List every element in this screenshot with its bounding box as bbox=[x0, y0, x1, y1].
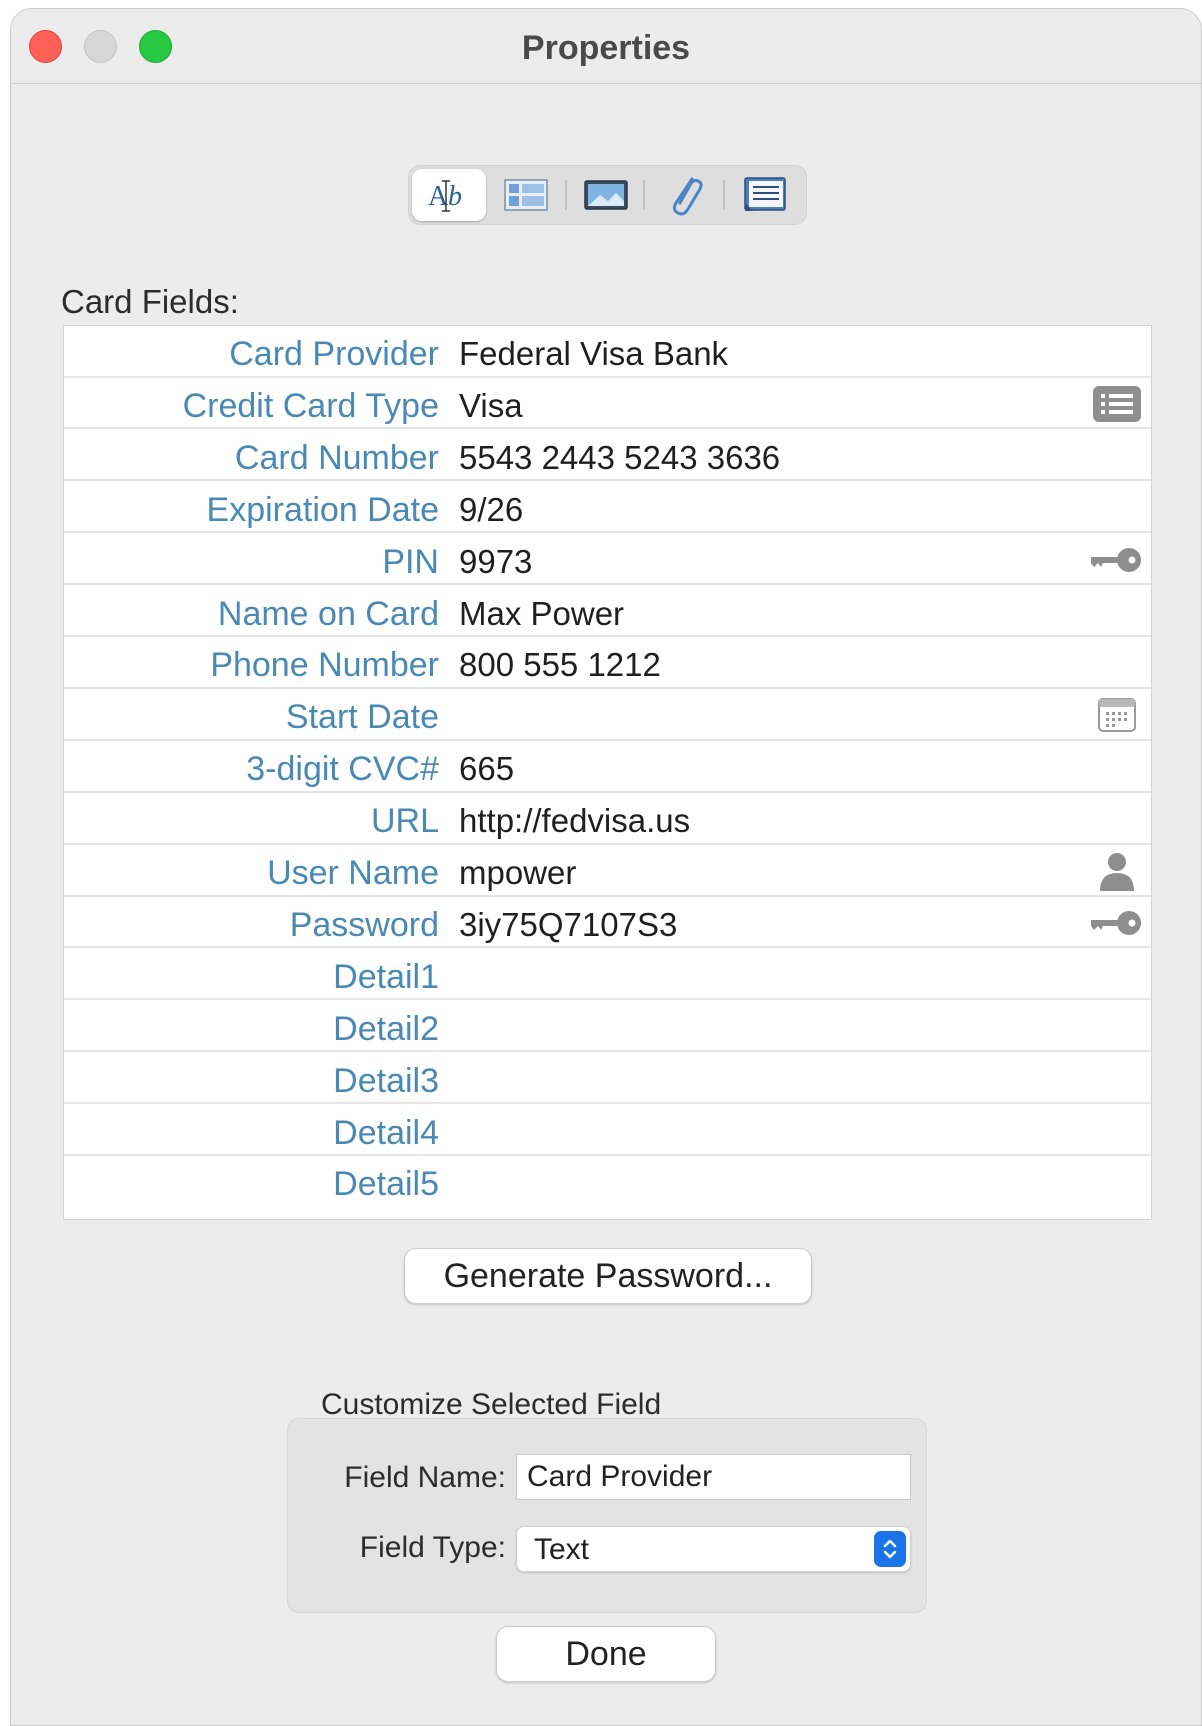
field-name-cell: Detail3 bbox=[333, 1061, 439, 1100]
tab-attachments[interactable] bbox=[649, 169, 723, 221]
field-row[interactable]: Card Provider Federal Visa Bank bbox=[64, 326, 1151, 378]
generate-password-button[interactable]: Generate Password... bbox=[404, 1248, 812, 1304]
key-icon[interactable] bbox=[1091, 542, 1143, 578]
field-name-cell: Card Number bbox=[234, 438, 439, 477]
done-button[interactable]: Done bbox=[496, 1626, 716, 1682]
card-fields-heading: Card Fields: bbox=[61, 283, 239, 320]
field-name-cell: User Name bbox=[267, 854, 439, 892]
person-icon[interactable] bbox=[1091, 853, 1143, 891]
field-row[interactable]: Credit Card Type Visa bbox=[64, 378, 1151, 430]
field-value-cell[interactable]: Visa bbox=[459, 387, 523, 425]
field-name-cell: Start Date bbox=[285, 698, 439, 737]
field-name-cell: URL bbox=[370, 802, 439, 841]
tab-fields[interactable]: A b bbox=[412, 169, 486, 221]
field-value-cell[interactable]: 9/26 bbox=[459, 491, 523, 529]
field-row[interactable]: URL http://fedvisa.us bbox=[64, 793, 1151, 845]
field-name-cell: Detail1 bbox=[333, 957, 439, 996]
field-value-cell[interactable]: 9973 bbox=[459, 543, 532, 581]
field-name-cell: Card Provider bbox=[229, 335, 439, 373]
key-icon[interactable] bbox=[1091, 905, 1143, 941]
field-row[interactable]: Detail1 bbox=[64, 949, 1151, 1001]
field-name-cell: Password bbox=[289, 905, 439, 944]
notes-icon bbox=[744, 177, 786, 211]
field-name-cell: Expiration Date bbox=[206, 490, 439, 529]
field-name-cell: Credit Card Type bbox=[182, 386, 439, 425]
field-row[interactable]: Detail5 bbox=[64, 1156, 1151, 1208]
card-fields-table: Card Provider Federal Visa Bank Credit Car… bbox=[63, 325, 1152, 1220]
field-row[interactable]: Detail2 bbox=[64, 1001, 1151, 1053]
chevron-updown-icon bbox=[874, 1531, 906, 1567]
field-value-cell[interactable]: 665 bbox=[459, 750, 514, 788]
properties-window: Properties A b Card Fields: Card Provide… bbox=[10, 8, 1202, 1726]
field-name-cell: Detail5 bbox=[333, 1165, 439, 1204]
field-name-input[interactable]: Card Provider bbox=[516, 1454, 911, 1500]
tab-divider bbox=[643, 180, 645, 210]
text-fields-icon: A b bbox=[428, 180, 462, 212]
window-title: Properties bbox=[521, 29, 691, 67]
field-row[interactable]: PIN 9973 bbox=[64, 534, 1151, 586]
field-value-cell[interactable]: mpower bbox=[459, 854, 576, 892]
calendar-icon[interactable] bbox=[1091, 697, 1143, 733]
field-name-cell: Phone Number bbox=[210, 646, 439, 685]
field-value-cell[interactable]: Federal Visa Bank bbox=[459, 335, 728, 373]
field-row[interactable]: User Name mpower bbox=[64, 845, 1151, 897]
title-bar[interactable]: Properties bbox=[11, 9, 1201, 84]
field-value-cell[interactable]: 5543 2443 5243 3636 bbox=[459, 439, 780, 477]
field-row[interactable]: Password 3iy75Q7107S3 bbox=[64, 897, 1151, 949]
list-icon[interactable] bbox=[1091, 385, 1143, 422]
properties-tab-bar: A b bbox=[408, 165, 807, 225]
field-name-label: Field Name: bbox=[344, 1461, 506, 1494]
tab-divider bbox=[565, 180, 567, 210]
field-name-cell: PIN bbox=[382, 542, 439, 581]
customize-field-panel: Field Name: Card Provider Field Type: Te… bbox=[287, 1418, 927, 1613]
tab-divider bbox=[723, 180, 725, 210]
field-row[interactable]: 3-digit CVC# 665 bbox=[64, 741, 1151, 793]
tab-notes[interactable] bbox=[728, 169, 802, 221]
field-type-select[interactable]: Text bbox=[516, 1526, 911, 1572]
field-value-cell[interactable]: http://fedvisa.us bbox=[459, 802, 690, 840]
field-type-label: Field Type: bbox=[359, 1531, 506, 1564]
svg-text:b: b bbox=[448, 181, 462, 212]
field-name-cell: Name on Card bbox=[217, 594, 439, 633]
field-row[interactable]: Name on Card Max Power bbox=[64, 586, 1151, 637]
field-type-value: Text bbox=[534, 1533, 590, 1566]
field-name-cell: Detail4 bbox=[333, 1113, 439, 1152]
field-value-cell[interactable]: 3iy75Q7107S3 bbox=[459, 906, 677, 944]
tab-image[interactable] bbox=[569, 169, 643, 221]
field-row[interactable]: Phone Number 800 555 1212 bbox=[64, 637, 1151, 689]
field-value-cell[interactable]: Max Power bbox=[459, 595, 624, 633]
field-row[interactable]: Expiration Date 9/26 bbox=[64, 482, 1151, 534]
field-row[interactable]: Card Number 5543 2443 5243 3636 bbox=[64, 430, 1151, 482]
field-value-cell[interactable]: 800 555 1212 bbox=[459, 646, 661, 684]
tab-layout[interactable] bbox=[489, 169, 563, 221]
field-row[interactable]: Start Date bbox=[64, 689, 1151, 741]
layout-grid-icon bbox=[504, 179, 548, 211]
picture-icon bbox=[584, 180, 628, 210]
field-row[interactable]: Detail3 bbox=[64, 1053, 1151, 1105]
customize-field-heading: Customize Selected Field bbox=[321, 1388, 662, 1421]
field-row[interactable]: Detail4 bbox=[64, 1105, 1151, 1156]
paperclip-icon bbox=[672, 177, 703, 216]
field-name-cell: 3-digit CVC# bbox=[246, 750, 439, 789]
field-name-cell: Detail2 bbox=[333, 1009, 439, 1048]
